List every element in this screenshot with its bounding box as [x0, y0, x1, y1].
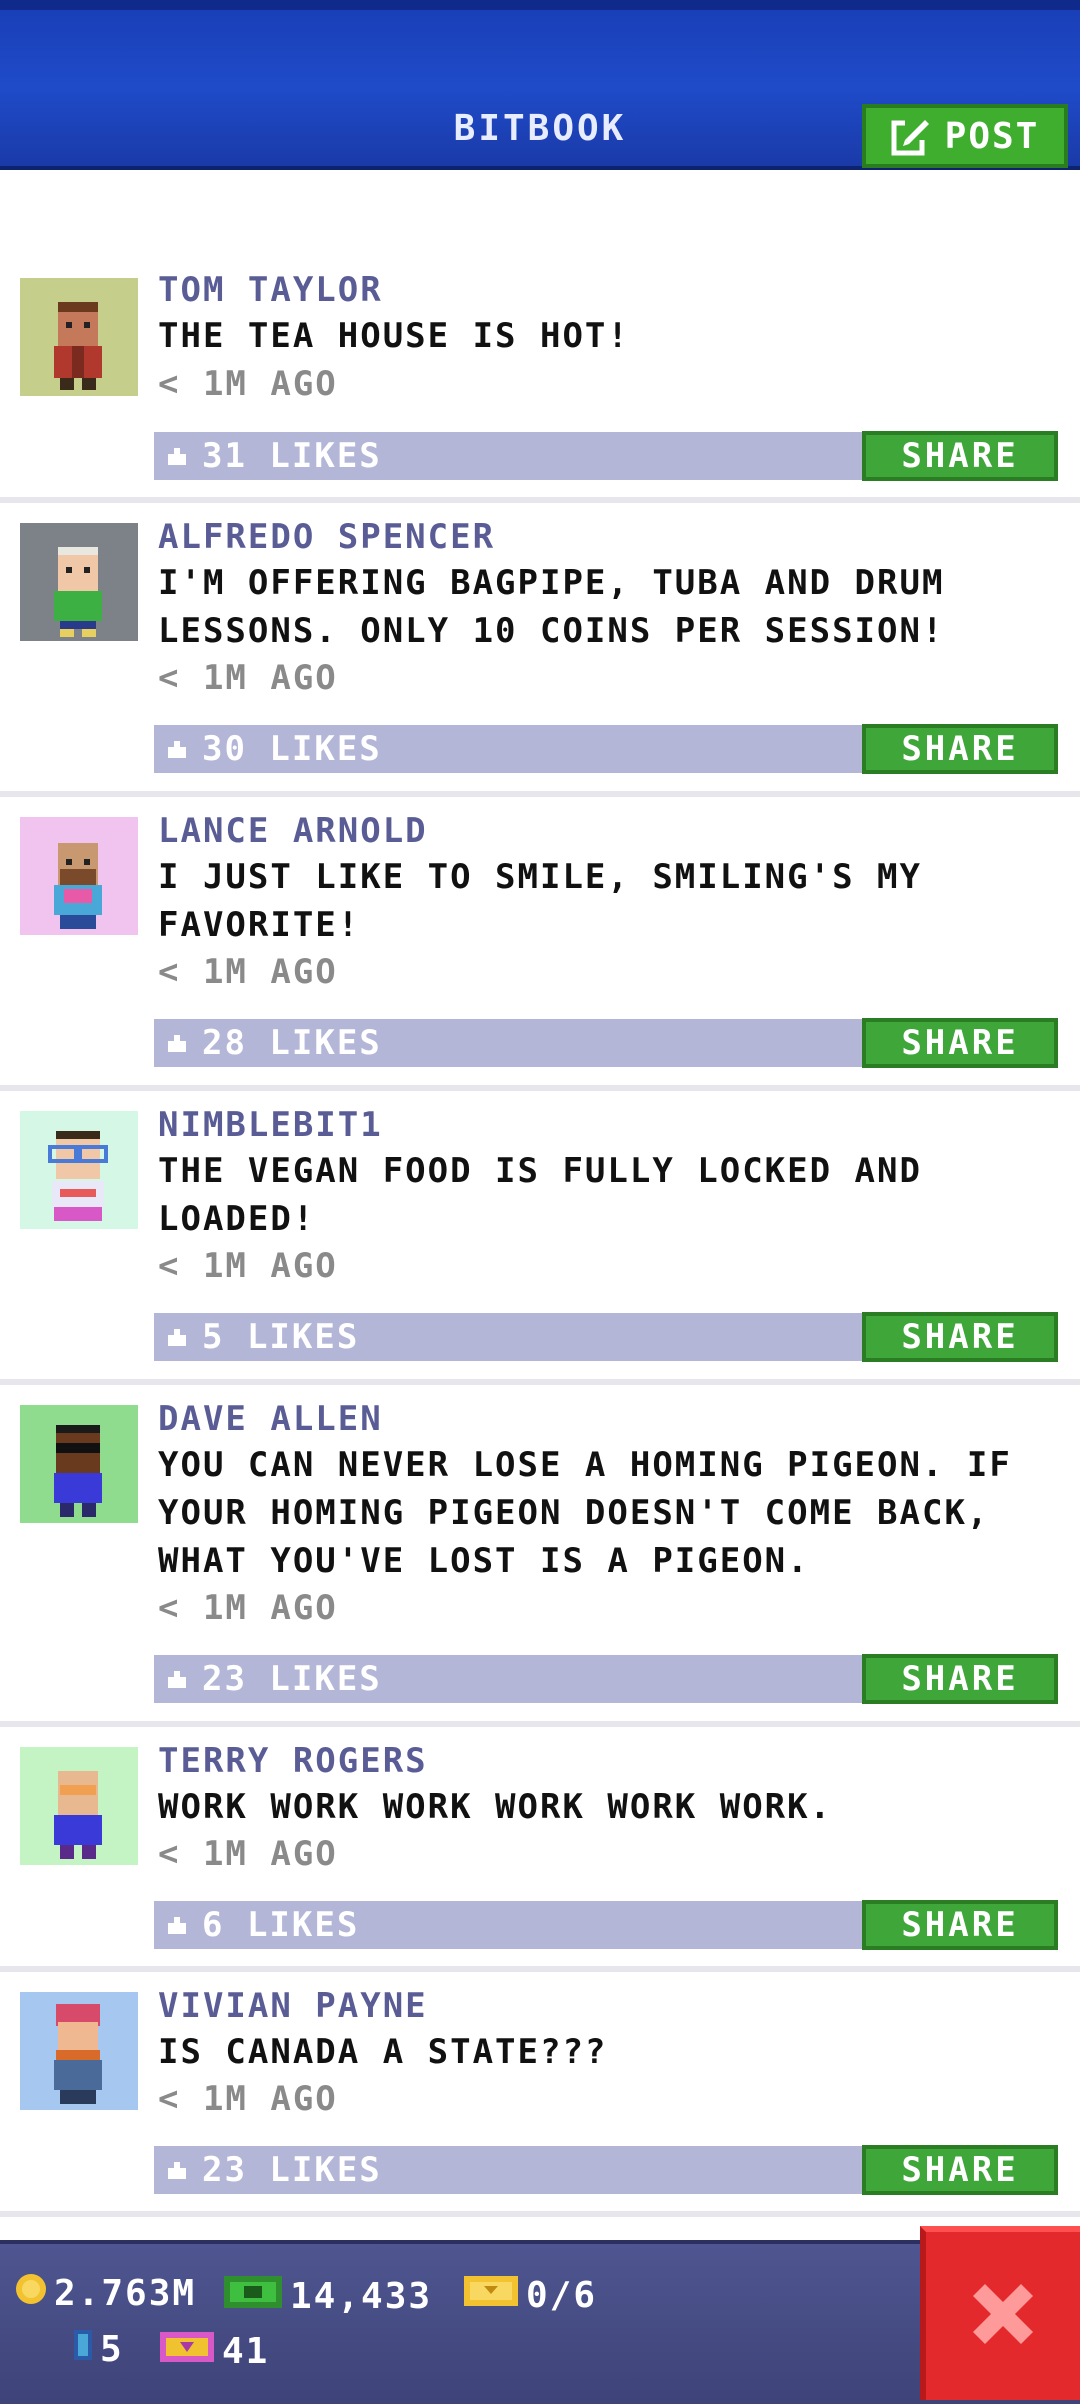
likes-bar[interactable]: 5 LIKES: [154, 1313, 864, 1361]
avatar: [20, 817, 138, 935]
thumbs-up-icon: [166, 1659, 188, 1699]
likes-count: 31 LIKES: [202, 436, 382, 476]
likes-bar[interactable]: 31 LIKES: [154, 432, 864, 480]
bux-stat: 14,433: [222, 2272, 432, 2321]
post-time: < 1M AGO: [158, 952, 338, 992]
likes-count: 23 LIKES: [202, 1659, 382, 1699]
likes-bar[interactable]: 30 LIKES: [154, 725, 864, 773]
post-message: I'M OFFERING BAGPIPE, TUBA AND DRUM LESS…: [158, 563, 945, 651]
avatar: [20, 1747, 138, 1865]
bux-value: 14,433: [290, 2276, 433, 2317]
bux-icon: [222, 2272, 284, 2321]
share-button[interactable]: SHARE: [862, 1018, 1058, 1068]
share-button[interactable]: SHARE: [862, 431, 1058, 481]
post-author[interactable]: TOM TAYLOR: [158, 270, 383, 310]
post-message: YOU CAN NEVER LOSE A HOMING PIGEON. IF Y…: [158, 1445, 1012, 1581]
feed-post: TOM TAYLOR THE TEA HOUSE IS HOT! < 1M AG…: [0, 268, 1080, 503]
thumbs-up-icon: [166, 1317, 188, 1357]
elevator-icon: [72, 2328, 94, 2371]
thumbs-up-icon: [166, 436, 188, 476]
app-header: BITBOOK POST: [0, 0, 1080, 170]
likes-count: 23 LIKES: [202, 2150, 382, 2190]
post-time: < 1M AGO: [158, 2079, 338, 2119]
post-message: IS CANADA A STATE???: [158, 2032, 608, 2072]
share-button[interactable]: SHARE: [862, 2145, 1058, 2195]
avatar: [20, 1992, 138, 2110]
coins-value: 2.763M: [54, 2273, 197, 2314]
tickets-stat: 0/6: [462, 2272, 597, 2319]
thumbs-up-icon: [166, 729, 188, 769]
post-time: < 1M AGO: [158, 1834, 338, 1874]
tickets-value: 0/6: [526, 2275, 598, 2316]
post-message: THE TEA HOUSE IS HOT!: [158, 316, 630, 356]
post-author[interactable]: DAVE ALLEN: [158, 1399, 383, 1439]
post-time: < 1M AGO: [158, 1246, 338, 1286]
edit-icon: [891, 116, 931, 156]
close-button[interactable]: [920, 2226, 1080, 2400]
feed-post: NIMBLEBIT1 THE VEGAN FOOD IS FULLY LOCKE…: [0, 1091, 1080, 1385]
feed-post: LANCE ARNOLD I JUST LIKE TO SMILE, SMILI…: [0, 797, 1080, 1091]
post-author[interactable]: ALFREDO SPENCER: [158, 517, 495, 557]
share-button[interactable]: SHARE: [862, 1312, 1058, 1362]
avatar: [20, 523, 138, 641]
feed-post: TERRY ROGERS WORK WORK WORK WORK WORK WO…: [0, 1727, 1080, 1972]
likes-count: 28 LIKES: [202, 1023, 382, 1063]
gems-stat: 41: [158, 2328, 269, 2375]
likes-bar[interactable]: 23 LIKES: [154, 2146, 864, 2194]
feed-post: VIVIAN PAYNE IS CANADA A STATE??? < 1M A…: [0, 1972, 1080, 2217]
post-button[interactable]: POST: [862, 104, 1068, 168]
post-message: WORK WORK WORK WORK WORK WORK.: [158, 1787, 833, 1827]
post-message: THE VEGAN FOOD IS FULLY LOCKED AND LOADE…: [158, 1151, 922, 1239]
post-message: I JUST LIKE TO SMILE, SMILING'S MY FAVOR…: [158, 857, 922, 945]
feed-post: ALFREDO SPENCER I'M OFFERING BAGPIPE, TU…: [0, 503, 1080, 797]
avatar: [20, 1405, 138, 1523]
currency-bar: 2.763M 14,433 0/6 5 41: [0, 2240, 1080, 2404]
avatar: [20, 278, 138, 396]
avatar: [20, 1111, 138, 1229]
likes-count: 6 LIKES: [202, 1905, 360, 1945]
gems-value: 41: [222, 2331, 270, 2372]
post-button-label: POST: [944, 115, 1040, 157]
post-time: < 1M AGO: [158, 364, 338, 404]
post-time: < 1M AGO: [158, 658, 338, 698]
close-icon: [963, 2274, 1043, 2358]
post-author[interactable]: NIMBLEBIT1: [158, 1105, 383, 1145]
thumbs-up-icon: [166, 1023, 188, 1063]
feed-post: DAVE ALLEN YOU CAN NEVER LOSE A HOMING P…: [0, 1385, 1080, 1727]
share-button[interactable]: SHARE: [862, 724, 1058, 774]
likes-bar[interactable]: 28 LIKES: [154, 1019, 864, 1067]
post-time: < 1M AGO: [158, 1588, 338, 1628]
feed-list[interactable]: TOM TAYLOR THE TEA HOUSE IS HOT! < 1M AG…: [0, 268, 1080, 2217]
coin-icon: [14, 2272, 48, 2315]
likes-count: 30 LIKES: [202, 729, 382, 769]
likes-count: 5 LIKES: [202, 1317, 360, 1357]
thumbs-up-icon: [166, 1905, 188, 1945]
share-button[interactable]: SHARE: [862, 1900, 1058, 1950]
share-button[interactable]: SHARE: [862, 1654, 1058, 1704]
likes-bar[interactable]: 23 LIKES: [154, 1655, 864, 1703]
ticket-icon: [462, 2272, 520, 2319]
likes-bar[interactable]: 6 LIKES: [154, 1901, 864, 1949]
thumbs-up-icon: [166, 2150, 188, 2190]
coins-stat: 2.763M: [14, 2272, 196, 2315]
post-author[interactable]: VIVIAN PAYNE: [158, 1986, 428, 2026]
post-author[interactable]: TERRY ROGERS: [158, 1741, 428, 1781]
elevator-stat: 5: [72, 2328, 124, 2371]
gem-ticket-icon: [158, 2328, 216, 2375]
elevators-value: 5: [100, 2329, 124, 2370]
post-author[interactable]: LANCE ARNOLD: [158, 811, 428, 851]
